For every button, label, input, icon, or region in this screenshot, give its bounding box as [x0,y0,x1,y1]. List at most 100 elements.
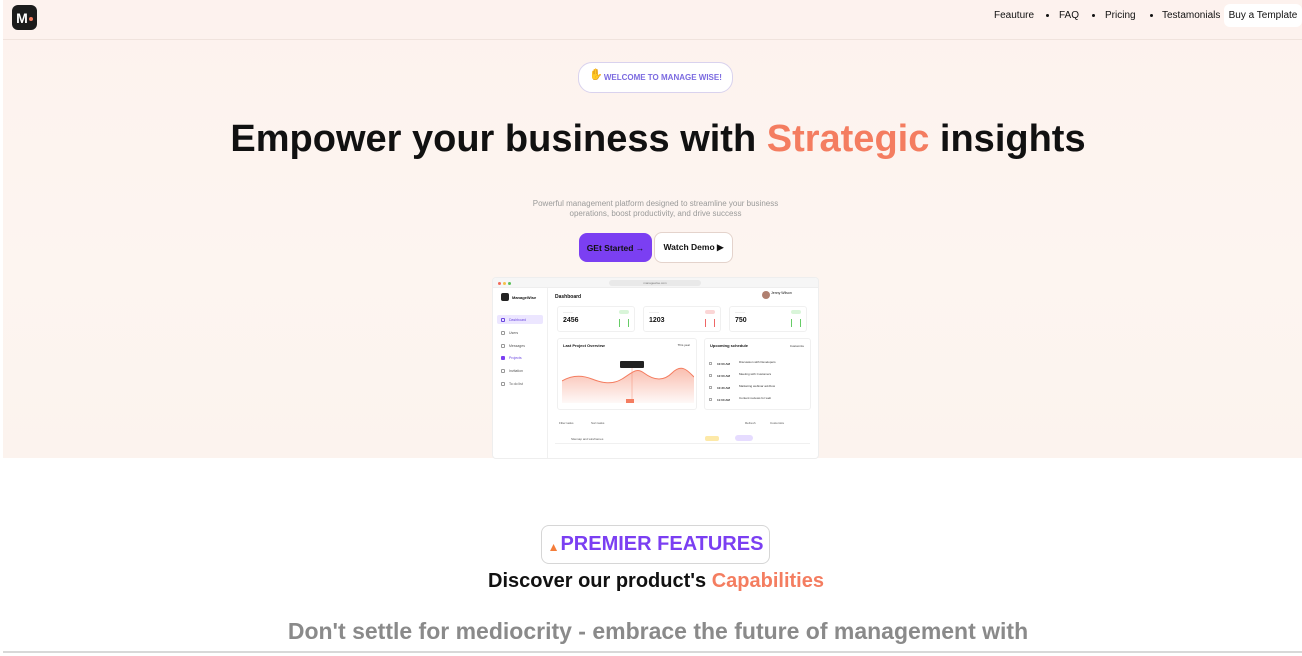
nav-item-feature[interactable]: Feauture [994,10,1034,21]
trend-badge [791,310,801,314]
stat-card: ———— 1203 [643,306,721,332]
stat-value: 1203 [649,317,665,324]
stat-label-line: ———— [563,311,573,314]
checkbox-icon [709,386,712,389]
schedule-row: 10:30 AM Marketing webinar ad-Flow [709,383,805,393]
preview-sidebar-item: To do list [497,379,543,388]
checkbox-icon [709,362,712,365]
features-heading-accent: Capabilities [711,570,824,592]
upcoming-schedule-panel: Upcoming schedule Customize 10:00 AM Disc… [704,338,811,410]
table-row: Sitemap and wireframes [555,434,810,444]
preview-sidebar-label: Dashboard [509,317,527,322]
invitation-icon [501,368,505,373]
preview-sidebar-label: Projects [509,355,522,360]
close-dot-icon [498,282,501,285]
get-started-button[interactable]: GEt Started → [579,233,652,262]
features-subheading: Don't settle for mediocrity - embrace th… [287,618,1029,651]
refresh-action: Refresh [745,421,756,425]
top-navigation: M Feauture FAQ Pricing Testamonials Buy … [3,0,1302,40]
fire-icon: ▲ [547,539,560,554]
logo-dot-icon [28,16,33,21]
sort-tasks: Sort tasks [591,421,605,425]
features-heading: Discover our product's Capabilities [3,570,1302,593]
welcome-badge: ✋ WELCOME TO MANAGE WISE! [578,62,733,93]
chart-title: Last Project Overview [563,343,605,348]
welcome-badge-label: WELCOME TO MANAGE WISE! [603,73,722,82]
schedule-row: 10:00 AM Discussion with Developers [709,359,805,369]
stat-value: 2456 [563,317,579,324]
stat-card: ———— 750 [729,306,807,332]
schedule-row: 12:00 AM Meeting with Customers [709,371,805,381]
dashboard-icon [501,317,505,322]
hero-section: M Feauture FAQ Pricing Testamonials Buy … [3,0,1302,458]
logo[interactable]: M [12,5,37,30]
landing-page: M Feauture FAQ Pricing Testamonials Buy … [3,0,1302,653]
stat-value: 750 [735,317,747,324]
preview-title: Dashboard [555,294,582,300]
messages-icon [501,343,505,348]
watch-demo-button[interactable]: Watch Demo ▶ [654,232,733,263]
preview-sidebar-item: Messages [497,341,543,350]
preview-sidebar-label: Invitation [509,368,524,373]
features-heading-text: Discover our product's [488,570,712,592]
chart-period: This year [677,343,690,347]
stat-label-line: ———— [649,311,659,314]
status-badge [705,436,719,441]
headline-text: Empower your business with [230,118,767,160]
mini-bars-icon [705,319,715,327]
preview-sidebar: ManageWise Dashboard Users Messages Proj… [493,288,548,458]
projects-icon [501,355,505,360]
preview-sidebar-label: Messages [509,343,525,348]
trend-badge [705,310,715,314]
users-icon [501,330,505,335]
schedule-name: Marketing webinar ad-Flow [739,384,776,388]
hero-headline: Empower your business with Strategic ins… [3,118,1302,161]
preview-brand: ManageWise [512,294,537,300]
schedule-name: Content reviews for web [739,396,772,400]
area-chart-illustration [562,361,694,403]
stat-label-line: ———— [735,311,745,314]
project-overview-panel: Last Project Overview This year [557,338,697,410]
preview-sidebar-item: Users [497,328,543,337]
mini-bars-icon [619,319,629,327]
schedule-time: 12:00 AM [717,374,731,378]
nav-bullet-icon [1092,14,1095,17]
assignees-avatars [735,435,753,441]
filter-tasks: Filter tasks [559,421,574,425]
nav-item-faq[interactable]: FAQ [1059,10,1079,21]
preview-user-name: Jenny Wilson [771,291,792,295]
hero-subtext: Powerful management platform designed to… [532,199,779,218]
logo-letter: M [16,9,28,26]
schedule-title: Upcoming schedule [710,343,749,348]
nav-item-testimonials[interactable]: Testamonials [1162,10,1220,21]
customize-action: Customize [770,421,785,425]
schedule-name: Discussion with Developers [739,360,776,364]
buy-template-button[interactable]: Buy a Template [1224,4,1302,27]
mini-bars-icon [791,319,801,327]
schedule-row: 11:00 AM Content reviews for web [709,395,805,405]
nav-item-pricing[interactable]: Pricing [1105,10,1136,21]
nav-bullet-icon [1046,14,1049,17]
preview-logo-icon [501,293,509,301]
checkbox-icon [709,374,712,377]
waving-hand-icon: ✋ [589,69,603,81]
task-name: Sitemap and wireframes [571,437,604,441]
dashboard-preview-image: managewise.com ManageWise Dashboard User… [493,278,818,458]
url-bar: managewise.com [609,280,701,286]
headline-text-end: insights [929,118,1086,160]
trend-badge [619,310,629,314]
maximize-dot-icon [508,282,511,285]
preview-logo: ManageWise [501,293,536,301]
preview-sidebar-item: Projects [497,353,543,362]
schedule-time: 10:30 AM [717,386,731,390]
preview-sidebar-label: To do list [509,381,523,386]
checkbox-icon [709,398,712,401]
premier-features-label: PREMIER FEATURES [560,533,764,555]
headline-accent: Strategic [766,118,930,160]
schedule-customize: Customize [789,344,804,348]
todo-icon [501,381,505,386]
schedule-time: 10:00 AM [717,362,731,366]
stat-card: ———— 2456 [557,306,635,332]
nav-bullet-icon [1150,14,1153,17]
minimize-dot-icon [503,282,506,285]
